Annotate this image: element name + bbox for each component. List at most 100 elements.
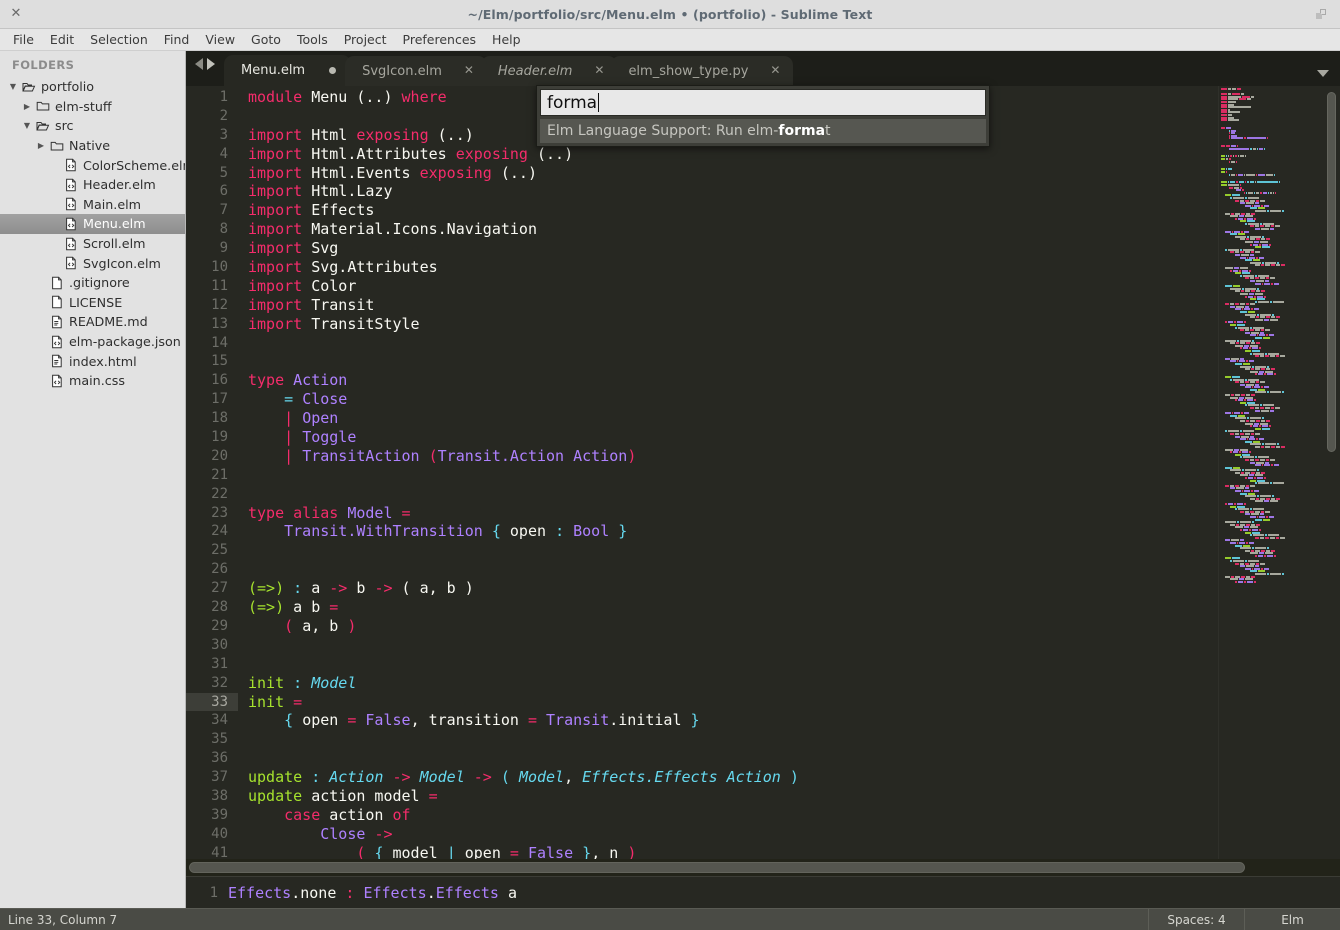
code-editor[interactable]: 1 module Menu (..) where 2 3 import Html exp… bbox=[186, 86, 1218, 859]
horizontal-scrollbar-thumb[interactable] bbox=[189, 862, 1246, 873]
window-maximize-icon[interactable] bbox=[1314, 7, 1328, 21]
command-palette-input[interactable]: forma bbox=[540, 89, 986, 116]
tab[interactable]: SvgIcon.elm ✕ bbox=[345, 56, 487, 86]
code-line[interactable]: 31 bbox=[186, 655, 1218, 674]
line-number: 23 bbox=[211, 504, 228, 521]
code-line[interactable]: 36 bbox=[186, 749, 1218, 768]
disclosure-collapsed-icon[interactable]: ▶ bbox=[20, 97, 34, 116]
code-line[interactable]: 5 import Html.Events exposing (..) bbox=[186, 164, 1218, 183]
code-line[interactable]: 12 import Transit bbox=[186, 296, 1218, 315]
sidebar-item[interactable]: ▶ README.md bbox=[0, 312, 185, 332]
code-line[interactable]: 27 (=>) : a -> b -> ( a, b ) bbox=[186, 579, 1218, 598]
tab-prev-arrow-icon[interactable] bbox=[195, 57, 203, 70]
code-line[interactable]: 19 | Toggle bbox=[186, 428, 1218, 447]
line-number: 31 bbox=[211, 655, 228, 672]
code-text: init : Model bbox=[248, 673, 357, 692]
menu-item-goto[interactable]: Goto bbox=[243, 30, 289, 49]
code-line[interactable]: 26 bbox=[186, 560, 1218, 579]
code-line[interactable]: 7 import Effects bbox=[186, 201, 1218, 220]
line-number: 35 bbox=[211, 731, 228, 748]
minimap-scrollbar[interactable] bbox=[1327, 92, 1336, 452]
command-palette[interactable]: forma Elm Language Support: Run elm-form… bbox=[536, 85, 990, 147]
sidebar-item[interactable]: ▼ portfolio bbox=[0, 77, 185, 97]
tab-close-icon[interactable]: ✕ bbox=[462, 64, 476, 78]
sidebar-item[interactable]: ▶ Menu.elm bbox=[0, 214, 185, 234]
code-line[interactable]: 41 ( { model | open = False }, n ) bbox=[186, 844, 1218, 859]
code-line[interactable]: 11 import Color bbox=[186, 277, 1218, 296]
menu-item-tools[interactable]: Tools bbox=[289, 30, 336, 49]
horizontal-scrollbar[interactable] bbox=[186, 859, 1340, 876]
sidebar-item[interactable]: ▶ elm-package.json bbox=[0, 332, 185, 352]
tab[interactable]: Header.elm ✕ bbox=[480, 56, 618, 86]
code-line[interactable]: 29 ( a, b ) bbox=[186, 617, 1218, 636]
minimap[interactable] bbox=[1218, 86, 1340, 859]
sidebar-item[interactable]: ▶ elm-stuff bbox=[0, 97, 185, 117]
tab[interactable]: Menu.elm bbox=[224, 55, 352, 86]
code-line[interactable]: 35 bbox=[186, 730, 1218, 749]
sidebar-item[interactable]: ▼ src bbox=[0, 116, 185, 136]
menu-item-preferences[interactable]: Preferences bbox=[395, 30, 485, 49]
sidebar-file-tree[interactable]: FOLDERS ▼portfolio▶elm-stuff▼src▶Native▶… bbox=[0, 51, 186, 908]
code-line[interactable]: 40 Close -> bbox=[186, 825, 1218, 844]
code-line[interactable]: 20 | TransitAction (Transit.Action Actio… bbox=[186, 447, 1218, 466]
code-line[interactable]: 15 bbox=[186, 352, 1218, 371]
window-close-icon[interactable]: ✕ bbox=[8, 6, 24, 22]
menu-item-edit[interactable]: Edit bbox=[42, 30, 82, 49]
sidebar-item[interactable]: ▶ ColorScheme.elm bbox=[0, 155, 185, 175]
code-line[interactable]: 10 import Svg.Attributes bbox=[186, 258, 1218, 277]
code-line[interactable]: 6 import Html.Lazy bbox=[186, 182, 1218, 201]
tab-close-icon[interactable]: ✕ bbox=[768, 64, 782, 78]
tab-modified-dot-icon[interactable] bbox=[329, 67, 337, 74]
disclosure-collapsed-icon[interactable]: ▶ bbox=[34, 136, 48, 155]
code-line[interactable]: 23 type alias Model = bbox=[186, 504, 1218, 523]
command-palette-query: forma bbox=[547, 92, 598, 113]
code-line[interactable]: 25 bbox=[186, 541, 1218, 560]
code-line[interactable]: 32 init : Model bbox=[186, 674, 1218, 693]
code-line[interactable]: 18 | Open bbox=[186, 409, 1218, 428]
code-line[interactable]: 30 bbox=[186, 636, 1218, 655]
code-line[interactable]: 8 import Material.Icons.Navigation bbox=[186, 220, 1218, 239]
line-number: 28 bbox=[211, 599, 228, 616]
code-line[interactable]: 28 (=>) a b = bbox=[186, 598, 1218, 617]
menu-item-find[interactable]: Find bbox=[156, 30, 198, 49]
code-line[interactable]: 16 type Action bbox=[186, 371, 1218, 390]
sidebar-item[interactable]: ▶ Native bbox=[0, 136, 185, 156]
tab-next-arrow-icon[interactable] bbox=[207, 57, 215, 70]
disclosure-expanded-icon[interactable]: ▼ bbox=[20, 116, 34, 135]
sidebar-item[interactable]: ▶ main.css bbox=[0, 371, 185, 391]
chevron-down-icon[interactable] bbox=[1317, 70, 1329, 77]
sidebar-item[interactable]: ▶ SvgIcon.elm bbox=[0, 253, 185, 273]
code-line[interactable]: 4 import Html.Attributes exposing (..) bbox=[186, 145, 1218, 164]
code-line[interactable]: 21 bbox=[186, 466, 1218, 485]
command-palette-result-item[interactable]: Elm Language Support: Run elm-forma t bbox=[540, 119, 986, 143]
code-line[interactable]: 38 update action model = bbox=[186, 787, 1218, 806]
code-line[interactable]: 33 init = bbox=[186, 692, 1218, 712]
code-text: type Action bbox=[248, 371, 348, 390]
code-line[interactable]: 37 update : Action -> Model -> ( Model, E… bbox=[186, 768, 1218, 787]
tab[interactable]: elm_show_type.py ✕ bbox=[611, 56, 794, 86]
disclosure-expanded-icon[interactable]: ▼ bbox=[6, 77, 20, 96]
code-line[interactable]: 17 = Close bbox=[186, 390, 1218, 409]
sidebar-item[interactable]: ▶ index.html bbox=[0, 351, 185, 371]
menu-item-help[interactable]: Help bbox=[484, 30, 529, 49]
sidebar-item[interactable]: ▶ Main.elm bbox=[0, 195, 185, 215]
menu-item-file[interactable]: File bbox=[5, 30, 42, 49]
output-panel[interactable]: 1 Effects.none : Effects.Effects a bbox=[186, 876, 1340, 908]
sidebar-item[interactable]: ▶ Scroll.elm bbox=[0, 234, 185, 254]
status-indent-setting[interactable]: Spaces: 4 bbox=[1148, 909, 1244, 930]
sidebar-item[interactable]: ▶ LICENSE bbox=[0, 293, 185, 313]
code-line[interactable]: 13 import TransitStyle bbox=[186, 315, 1218, 334]
code-line[interactable]: 22 bbox=[186, 485, 1218, 504]
sidebar-item[interactable]: ▶ .gitignore bbox=[0, 273, 185, 293]
code-line[interactable]: 24 Transit.WithTransition { open : Bool … bbox=[186, 522, 1218, 541]
code-line[interactable]: 34 { open = False, transition = Transit.… bbox=[186, 711, 1218, 730]
code-line[interactable]: 9 import Svg bbox=[186, 239, 1218, 258]
menu-item-selection[interactable]: Selection bbox=[82, 30, 156, 49]
menu-item-project[interactable]: Project bbox=[336, 30, 395, 49]
status-syntax-mode[interactable]: Elm bbox=[1244, 909, 1340, 930]
menu-item-view[interactable]: View bbox=[197, 30, 243, 49]
code-line[interactable]: 14 bbox=[186, 334, 1218, 353]
sidebar-item[interactable]: ▶ Header.elm bbox=[0, 175, 185, 195]
code-line[interactable]: 39 case action of bbox=[186, 806, 1218, 825]
tab-close-icon[interactable]: ✕ bbox=[592, 64, 606, 78]
